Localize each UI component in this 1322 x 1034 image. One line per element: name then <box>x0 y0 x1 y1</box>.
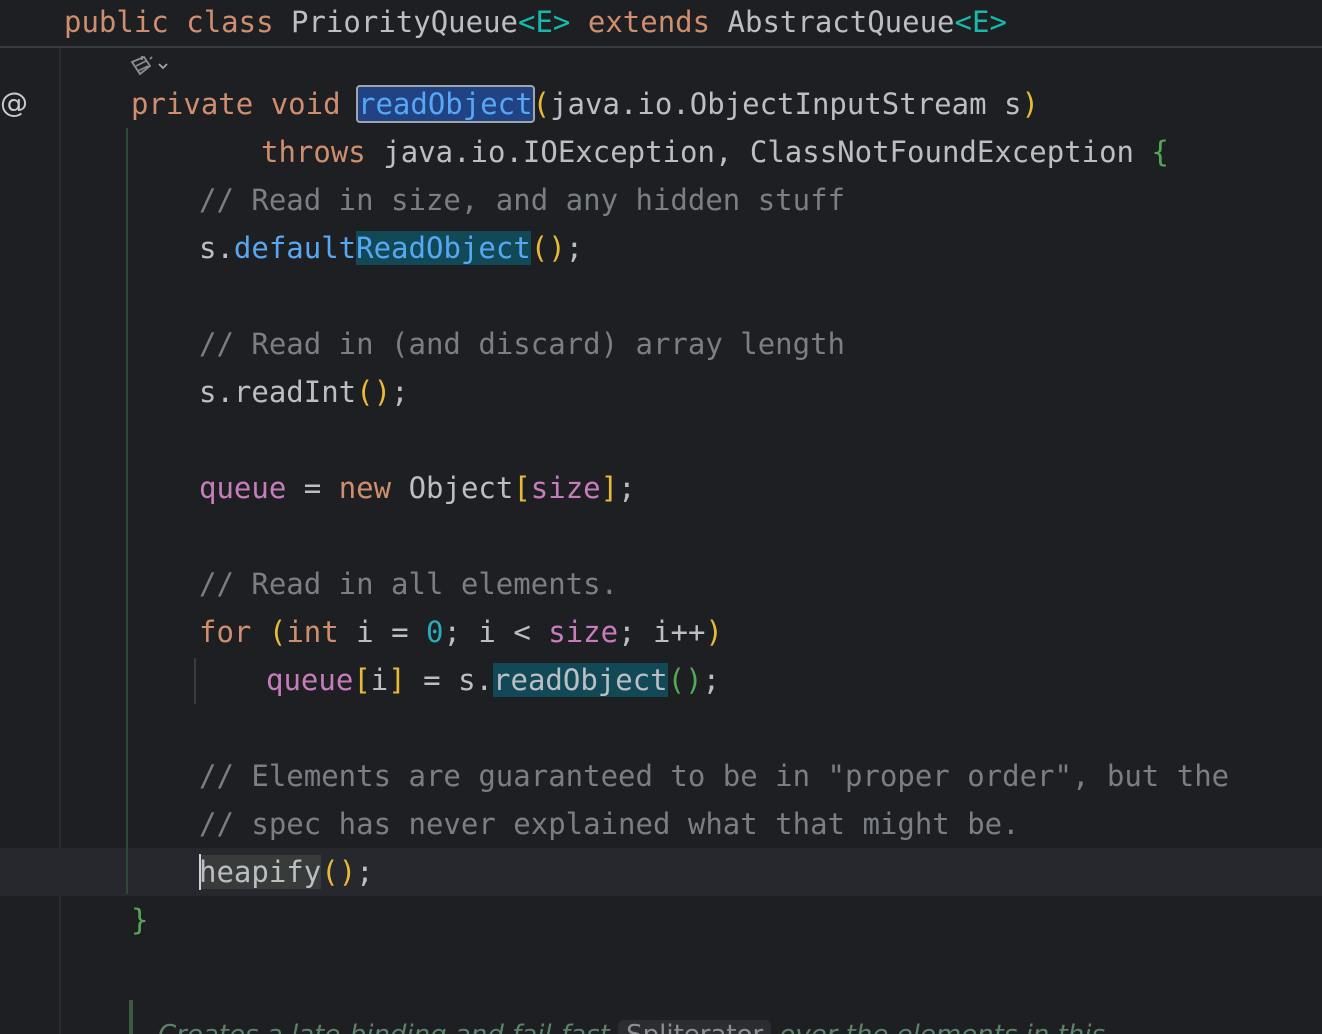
code-line-closing-brace[interactable]: } <box>131 896 148 944</box>
loop-condition: ; i < <box>443 615 549 649</box>
read-int-call[interactable]: s.readInt <box>199 375 356 409</box>
code-line-comment-3[interactable]: // Read in all elements. <box>199 560 618 608</box>
field-size[interactable]: size <box>531 471 601 505</box>
ai-sparkle-icon <box>130 55 153 76</box>
doc-text: Creates a <box>158 1020 291 1034</box>
semicolon: ; <box>356 855 374 889</box>
call-parens: () <box>321 855 357 889</box>
keyword-class: class <box>186 5 274 39</box>
method-name-highlighted[interactable]: readObject <box>356 85 535 123</box>
doc-code-chip[interactable]: Spliterator <box>618 1020 772 1034</box>
doc-text: and <box>447 1020 512 1034</box>
loop-increment: ; i++ <box>618 615 706 649</box>
code-line-comment-2[interactable]: // Read in (and discard) array length <box>199 320 845 368</box>
for-loop-indent-guide <box>194 658 196 704</box>
method-call-usage-highlight[interactable]: readObject <box>493 663 668 697</box>
field-queue[interactable]: queue <box>266 663 353 697</box>
keyword-int: int <box>286 615 339 649</box>
paren-open: ( <box>268 615 287 649</box>
code-line-method-signature[interactable]: private void readObject(java.io.ObjectIn… <box>131 80 1039 128</box>
exception-list: java.io.IOException, ClassNotFoundExcept… <box>383 135 1134 169</box>
class-name[interactable]: PriorityQueue <box>291 5 518 39</box>
call-parens: () <box>356 375 392 409</box>
keyword-throws: throws <box>261 135 366 169</box>
number-literal: 0 <box>426 615 444 649</box>
bracket-open: [ <box>513 471 531 505</box>
code-line-queue-assign[interactable]: queue[i] = s.readObject(); <box>266 656 720 704</box>
doc-comment-bar <box>129 1000 133 1034</box>
index-var: i <box>370 663 389 697</box>
brace-open: { <box>1151 135 1169 169</box>
call-parens: () <box>667 663 703 697</box>
code-line-throws[interactable]: throws java.io.IOException, ClassNotFoun… <box>261 128 1169 176</box>
method-call-prefix[interactable]: default <box>234 231 356 265</box>
keyword-void: void <box>270 87 341 121</box>
method-call-usage-highlight[interactable]: ReadObject <box>356 231 531 265</box>
keyword-public: public <box>64 5 169 39</box>
superclass-type-parameter: <E> <box>954 5 1007 39</box>
call-parens: () <box>530 231 566 265</box>
keyword-private: private <box>131 87 254 121</box>
code-line-read-int[interactable]: s.readInt(); <box>199 368 409 416</box>
paren-close: ) <box>705 615 723 649</box>
doc-link-late-binding[interactable]: late-binding <box>291 1020 447 1034</box>
code-line-comment-4[interactable]: // Elements are guaranteed to be in "pro… <box>199 752 1229 800</box>
assign-receiver: = s. <box>405 663 494 697</box>
semicolon: ; <box>702 663 721 697</box>
method-scope-guide <box>126 128 128 894</box>
code-line-queue-alloc[interactable]: queue = new Object[size]; <box>199 464 636 512</box>
field-queue[interactable]: queue <box>199 471 286 505</box>
doc-text: over the elements in this <box>771 1020 1105 1034</box>
type-parameter: <E> <box>518 5 571 39</box>
keyword-new: new <box>338 471 392 505</box>
sticky-class-header[interactable]: public class PriorityQueue<E> extends Ab… <box>0 0 1322 48</box>
doc-link-fail-fast[interactable]: fail-fast <box>512 1020 610 1034</box>
paren-close: ) <box>1021 87 1039 121</box>
bracket-close: ] <box>600 471 619 505</box>
heapify-rest: eapify <box>216 855 322 889</box>
bracket-open: [ <box>353 663 371 697</box>
override-icon[interactable]: @ <box>0 86 28 120</box>
loop-var-init: i = <box>338 615 427 649</box>
code-line-default-read-object[interactable]: s.defaultReadObject(); <box>199 224 583 272</box>
semicolon: ; <box>618 471 636 505</box>
keyword-extends: extends <box>587 5 711 39</box>
code-line-comment-1[interactable]: // Read in size, and any hidden stuff <box>199 176 845 224</box>
code-line-heapify[interactable]: heapify(); <box>199 848 374 896</box>
chevron-down-icon <box>158 63 168 70</box>
code-line-comment-5[interactable]: // spec has never explained what that mi… <box>199 800 1020 848</box>
receiver: s. <box>199 231 234 265</box>
bracket-close: ] <box>388 663 406 697</box>
type-object[interactable]: Object <box>409 471 514 505</box>
ai-assistant-inlay-icon[interactable] <box>128 52 178 80</box>
semicolon: ; <box>565 231 584 265</box>
rendered-doc-comment[interactable]: Creates a late-binding and fail-fast Spl… <box>158 1020 1105 1034</box>
heapify-call[interactable]: heapify <box>199 854 322 890</box>
semicolon: ; <box>391 375 409 409</box>
paren-open: ( <box>532 87 551 121</box>
method-parameters: java.io.ObjectInputStream s <box>550 87 1022 121</box>
field-size[interactable]: size <box>548 615 618 649</box>
assign-operator: = <box>286 471 339 505</box>
code-line-for-loop[interactable]: for (int i = 0; i < size; i++) <box>199 608 723 656</box>
keyword-for: for <box>199 615 252 649</box>
class-declaration: public class PriorityQueue<E> extends Ab… <box>64 4 1007 40</box>
superclass-name[interactable]: AbstractQueue <box>728 5 955 39</box>
heapify-first-char: h <box>199 855 217 889</box>
